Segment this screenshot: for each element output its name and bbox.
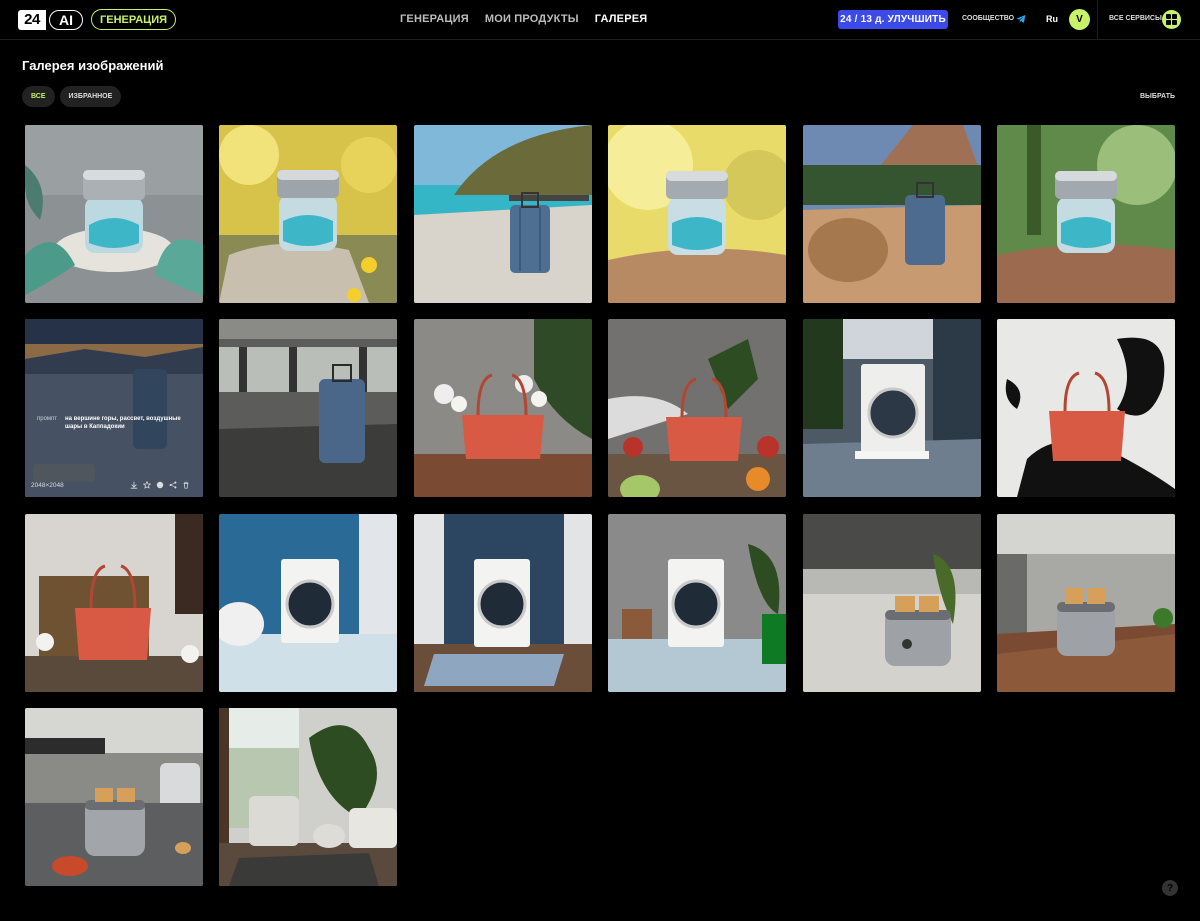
- select-button[interactable]: ВЫБРАТЬ: [1140, 93, 1175, 100]
- tile-actions: [129, 480, 190, 489]
- prompt-label: промпт: [37, 416, 58, 423]
- gallery-image[interactable]: [413, 319, 592, 498]
- gallery-image[interactable]: [25, 125, 203, 303]
- tile-tools[interactable]: [33, 464, 95, 483]
- telegram-icon[interactable]: [1016, 14, 1026, 24]
- all-services-link[interactable]: ВСЕ СЕРВИСЫ: [1109, 15, 1162, 22]
- color-picker-icon[interactable]: [155, 480, 164, 489]
- toaster-image: [25, 708, 203, 887]
- washer-image: [802, 319, 981, 498]
- gallery-image[interactable]: [802, 513, 981, 692]
- jar-image: [25, 125, 203, 303]
- generation-pill-button[interactable]: ГЕНЕРАЦИЯ: [91, 9, 177, 30]
- gallery-image-hovered[interactable]: промпт на вершине горы, рассвет, воздушн…: [25, 319, 203, 498]
- gallery-image[interactable]: [802, 319, 981, 498]
- gallery-image[interactable]: [608, 513, 787, 692]
- image-gallery: промпт на вершине горы, рассвет, воздушн…: [25, 125, 1175, 887]
- washer-image: [608, 513, 787, 692]
- gallery-image[interactable]: [25, 708, 203, 887]
- living-room-image: [219, 708, 398, 887]
- avatar[interactable]: V: [1069, 9, 1090, 30]
- gallery-image[interactable]: [608, 319, 787, 498]
- gallery-image[interactable]: [219, 319, 398, 498]
- suitcase-image: [802, 125, 981, 303]
- logo[interactable]: 24 AI: [18, 9, 83, 30]
- jar-image: [219, 125, 398, 303]
- gallery-image[interactable]: [996, 513, 1175, 692]
- jar-image: [996, 125, 1175, 303]
- apps-grid-icon[interactable]: [1162, 10, 1181, 29]
- upgrade-button[interactable]: 24 / 13 д. УЛУЧШИТЬ: [838, 10, 948, 29]
- download-icon[interactable]: [129, 480, 138, 489]
- help-button[interactable]: ?: [1162, 880, 1178, 896]
- favorite-star-icon[interactable]: [142, 480, 151, 489]
- nav-gallery[interactable]: ГАЛЕРЕЯ: [595, 13, 648, 25]
- filter-chips: ВСЕ ИЗБРАННОЕ: [22, 86, 122, 107]
- washer-image: [219, 513, 398, 692]
- prompt-text: на вершине горы, рассвет, воздушные шары…: [65, 416, 181, 431]
- gallery-image[interactable]: [25, 513, 203, 692]
- language-switch[interactable]: Ru: [1046, 14, 1058, 24]
- gallery-image[interactable]: [608, 125, 787, 303]
- main-nav: ГЕНЕРАЦИЯ МОИ ПРОДУКТЫ ГАЛЕРЕЯ: [400, 13, 647, 25]
- bag-image: [996, 319, 1175, 498]
- bag-image: [25, 513, 203, 692]
- toaster-image: [996, 513, 1175, 692]
- share-icon[interactable]: [168, 480, 177, 489]
- jar-image: [608, 125, 787, 303]
- washer-image: [413, 513, 592, 692]
- top-bar: 24 AI ГЕНЕРАЦИЯ ГЕНЕРАЦИЯ МОИ ПРОДУКТЫ Г…: [0, 0, 1200, 40]
- filter-favorites[interactable]: ИЗБРАННОЕ: [59, 86, 122, 107]
- delete-icon[interactable]: [181, 480, 190, 489]
- bag-image: [413, 319, 592, 498]
- gallery-image[interactable]: [802, 125, 981, 303]
- toaster-image: [802, 513, 981, 692]
- gallery-image[interactable]: [413, 513, 592, 692]
- suitcase-image: [413, 125, 592, 303]
- gallery-image[interactable]: [996, 319, 1175, 498]
- suitcase-image: [219, 319, 398, 498]
- header-divider: [1097, 0, 1098, 40]
- logo-ai: AI: [49, 9, 83, 30]
- gallery-image[interactable]: [219, 125, 398, 303]
- nav-my-products[interactable]: МОИ ПРОДУКТЫ: [485, 13, 579, 25]
- bag-image: [608, 319, 787, 498]
- nav-generation[interactable]: ГЕНЕРАЦИЯ: [400, 13, 469, 25]
- page-title: Галерея изображений: [22, 58, 164, 73]
- gallery-image[interactable]: [219, 513, 398, 692]
- gallery-image[interactable]: [996, 125, 1175, 303]
- logo-number: 24: [18, 9, 46, 30]
- gallery-image[interactable]: [219, 708, 398, 887]
- community-link[interactable]: СООБЩЕСТВО: [962, 15, 1014, 22]
- gallery-image[interactable]: [413, 125, 592, 303]
- prompt-row: промпт на вершине горы, рассвет, воздушн…: [37, 415, 197, 431]
- filter-all[interactable]: ВСЕ: [22, 86, 55, 107]
- image-size: 2048×2048: [31, 482, 64, 490]
